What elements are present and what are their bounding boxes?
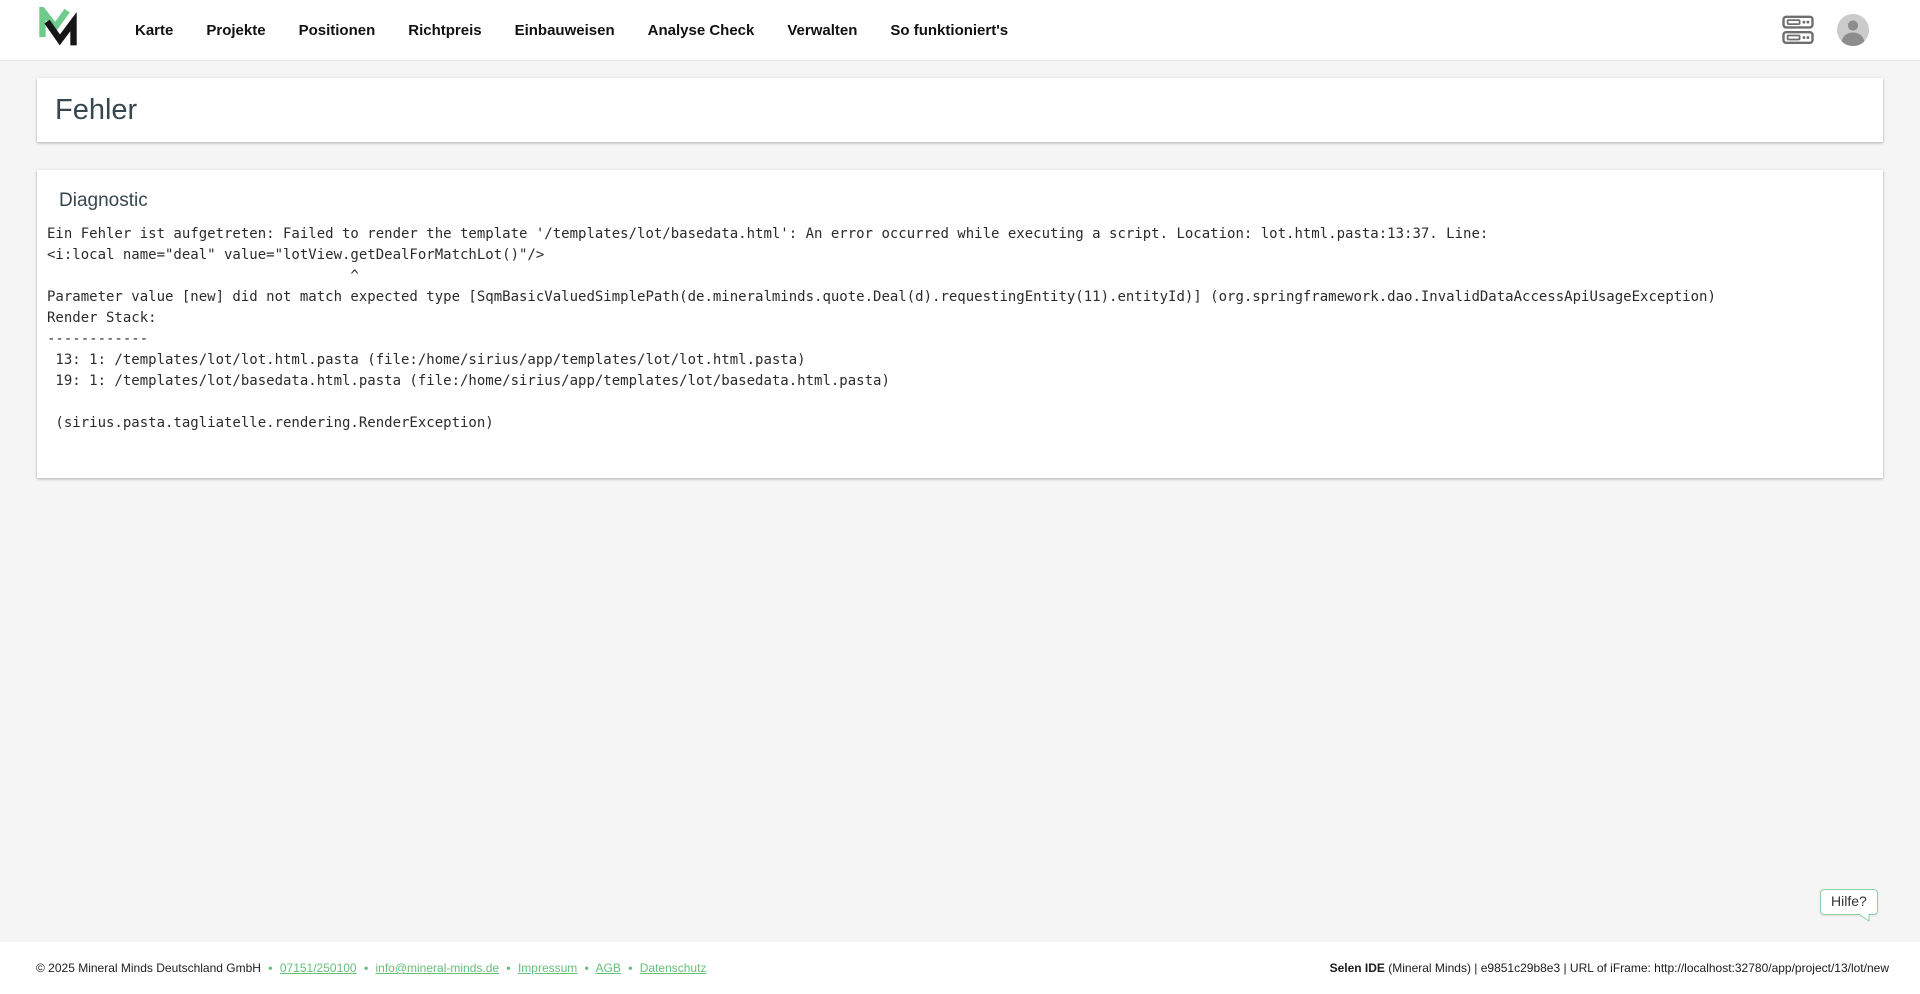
mineral-minds-logo-icon (37, 7, 79, 54)
main-nav: Karte Projekte Positionen Richtpreis Ein… (135, 22, 1008, 39)
diagnostic-card: Diagnostic Ein Fehler ist aufgetreten: F… (37, 170, 1883, 478)
help-button[interactable]: Hilfe? (1820, 889, 1878, 915)
footer-separator: • (364, 961, 368, 975)
error-title-card: Fehler (37, 78, 1883, 142)
nav-item-karte[interactable]: Karte (135, 22, 173, 39)
page-title: Fehler (55, 94, 137, 127)
user-avatar-icon[interactable] (1836, 13, 1870, 47)
footer-separator: • (268, 961, 272, 975)
nav-item-so-funktionierts[interactable]: So funktioniert's (890, 22, 1008, 39)
footer-left: © 2025 Mineral Minds Deutschland GmbH • … (36, 961, 706, 975)
nav-item-richtpreis[interactable]: Richtpreis (408, 22, 481, 39)
footer-impressum-link[interactable]: Impressum (518, 961, 577, 975)
diagnostic-stacktrace: Ein Fehler ist aufgetreten: Failed to re… (47, 224, 1863, 434)
nav-item-analyse-check[interactable]: Analyse Check (648, 22, 755, 39)
footer: © 2025 Mineral Minds Deutschland GmbH • … (0, 942, 1920, 994)
main-content: Fehler Diagnostic Ein Fehler ist aufgetr… (0, 61, 1920, 942)
nav-item-projekte[interactable]: Projekte (206, 22, 265, 39)
footer-copyright: © 2025 Mineral Minds Deutschland GmbH (36, 961, 261, 975)
nav-item-positionen[interactable]: Positionen (299, 22, 376, 39)
nav-item-einbauweisen[interactable]: Einbauweisen (515, 22, 615, 39)
header-icons (1782, 13, 1870, 47)
footer-datenschutz-link[interactable]: Datenschutz (640, 961, 707, 975)
app-logo[interactable] (37, 7, 79, 54)
footer-ide-name: Selen IDE (1330, 961, 1385, 975)
footer-separator: • (628, 961, 632, 975)
nav-item-verwalten[interactable]: Verwalten (787, 22, 857, 39)
footer-email-link[interactable]: info@mineral-minds.de (375, 961, 499, 975)
footer-phone-link[interactable]: 07151/250100 (280, 961, 357, 975)
footer-ide-details: (Mineral Minds) | e9851c29b8e3 | URL of … (1385, 961, 1889, 975)
help-bubble-tail-icon (1856, 913, 1870, 922)
server-icon[interactable] (1782, 15, 1814, 45)
footer-debug-info: Selen IDE (Mineral Minds) | e9851c29b8e3… (1330, 961, 1889, 975)
top-navigation-bar: Karte Projekte Positionen Richtpreis Ein… (0, 0, 1920, 61)
help-button-label: Hilfe? (1831, 893, 1867, 909)
footer-separator: • (506, 961, 510, 975)
diagnostic-heading: Diagnostic (59, 190, 1863, 212)
footer-separator: • (585, 961, 589, 975)
footer-agb-link[interactable]: AGB (596, 961, 621, 975)
